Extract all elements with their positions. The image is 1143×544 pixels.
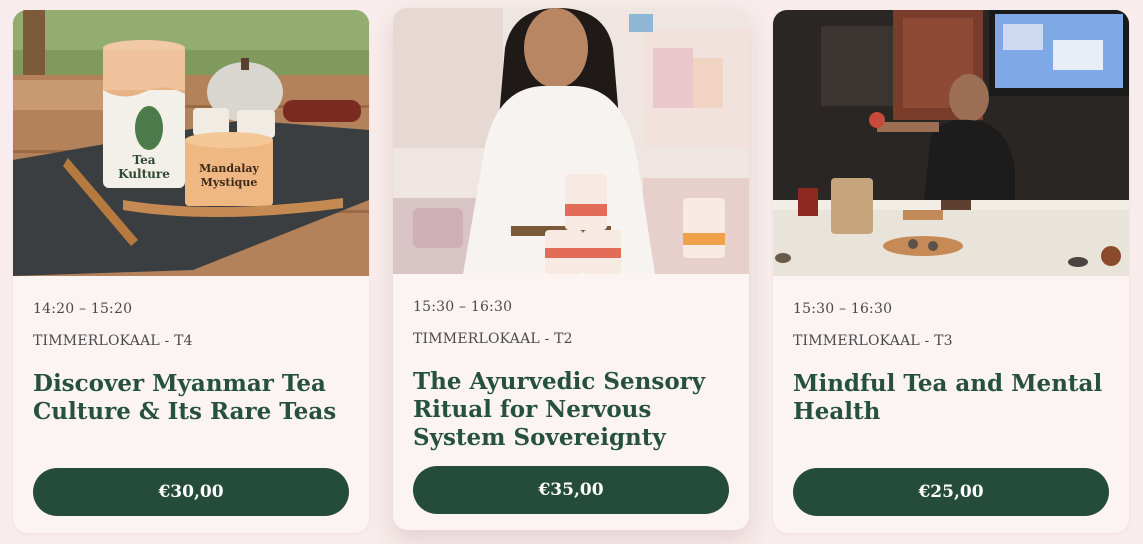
price-button[interactable]: €25,00 [793,468,1109,516]
workshop-title[interactable]: The Ayurvedic Sensory Ritual for Nervous… [413,368,733,452]
session-time: 15:30 – 16:30 [413,299,513,315]
workshop-card-grid: Tea Kulture Mandalay Mystique 14:20 – 15… [0,0,1143,544]
session-location: TIMMERLOKAAL - T3 [793,333,953,349]
product-tin-line2: Mystique [201,176,258,189]
workshop-photo-tea-tin[interactable]: Tea Kulture Mandalay Mystique [13,10,369,276]
workshop-photo-tea-ceremony[interactable] [773,10,1129,276]
workshop-photo-host[interactable] [393,8,749,274]
workshop-card[interactable]: 15:30 – 16:30 TIMMERLOKAAL - T3 Mindful … [773,10,1129,533]
session-time: 15:30 – 16:30 [793,301,893,317]
price-button[interactable]: €30,00 [33,468,349,516]
session-time: 14:20 – 15:20 [33,301,133,317]
session-location: TIMMERLOKAAL - T4 [33,333,193,349]
tea-tin-photo: Tea Kulture Mandalay Mystique [13,10,369,276]
host-with-tea-tins-photo [393,8,749,274]
product-tin-line1: Mandalay [199,162,259,175]
tea-tin-brand-bottom: Kulture [118,167,170,181]
session-location: TIMMERLOKAAL - T2 [413,331,573,347]
tea-ceremony-photo [773,10,1129,276]
workshop-title[interactable]: Discover Myanmar Tea Culture & Its Rare … [33,370,353,426]
workshop-title[interactable]: Mindful Tea and Mental Health [793,370,1113,426]
tea-tin-brand-top: Tea [133,153,156,167]
price-button[interactable]: €35,00 [413,466,729,514]
workshop-card[interactable]: Tea Kulture Mandalay Mystique 14:20 – 15… [13,10,369,533]
workshop-card[interactable]: 15:30 – 16:30 TIMMERLOKAAL - T2 The Ayur… [393,8,749,530]
